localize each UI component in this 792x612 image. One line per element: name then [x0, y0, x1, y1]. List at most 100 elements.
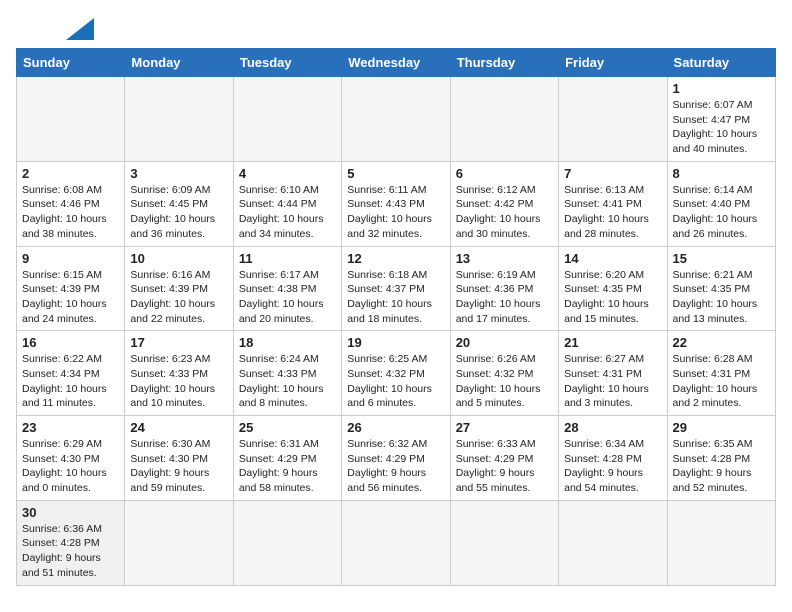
- day-number: 27: [456, 420, 553, 435]
- day-info: Sunrise: 6:32 AM Sunset: 4:29 PM Dayligh…: [347, 437, 444, 496]
- day-number: 4: [239, 166, 336, 181]
- day-number: 19: [347, 335, 444, 350]
- day-number: 22: [673, 335, 770, 350]
- calendar-cell: 20 Sunrise: 6:26 AM Sunset: 4:32 PM Dayli…: [450, 331, 558, 416]
- day-info: Sunrise: 6:18 AM Sunset: 4:37 PM Dayligh…: [347, 268, 444, 327]
- calendar-cell: [125, 500, 233, 585]
- calendar-cell: 12 Sunrise: 6:18 AM Sunset: 4:37 PM Dayli…: [342, 246, 450, 331]
- calendar-cell: [667, 500, 775, 585]
- calendar-cell: [342, 500, 450, 585]
- calendar-cell: 27 Sunrise: 6:33 AM Sunset: 4:29 PM Dayli…: [450, 416, 558, 501]
- day-info: Sunrise: 6:22 AM Sunset: 4:34 PM Dayligh…: [22, 352, 119, 411]
- day-number: 1: [673, 81, 770, 96]
- day-info: Sunrise: 6:21 AM Sunset: 4:35 PM Dayligh…: [673, 268, 770, 327]
- day-info: Sunrise: 6:33 AM Sunset: 4:29 PM Dayligh…: [456, 437, 553, 496]
- calendar-cell: 30 Sunrise: 6:36 AM Sunset: 4:28 PM Dayli…: [17, 500, 125, 585]
- day-info: Sunrise: 6:24 AM Sunset: 4:33 PM Dayligh…: [239, 352, 336, 411]
- day-number: 21: [564, 335, 661, 350]
- calendar-cell: 10 Sunrise: 6:16 AM Sunset: 4:39 PM Dayli…: [125, 246, 233, 331]
- weekday-header-monday: Monday: [125, 49, 233, 77]
- calendar-cell: 6 Sunrise: 6:12 AM Sunset: 4:42 PM Daylig…: [450, 161, 558, 246]
- calendar-cell: [125, 77, 233, 162]
- calendar-cell: [450, 77, 558, 162]
- calendar-cell: [342, 77, 450, 162]
- day-info: Sunrise: 6:07 AM Sunset: 4:47 PM Dayligh…: [673, 98, 770, 157]
- day-info: Sunrise: 6:19 AM Sunset: 4:36 PM Dayligh…: [456, 268, 553, 327]
- day-number: 10: [130, 251, 227, 266]
- day-info: Sunrise: 6:30 AM Sunset: 4:30 PM Dayligh…: [130, 437, 227, 496]
- calendar-cell: 13 Sunrise: 6:19 AM Sunset: 4:36 PM Dayli…: [450, 246, 558, 331]
- day-number: 23: [22, 420, 119, 435]
- day-info: Sunrise: 6:28 AM Sunset: 4:31 PM Dayligh…: [673, 352, 770, 411]
- day-number: 8: [673, 166, 770, 181]
- day-number: 13: [456, 251, 553, 266]
- calendar-cell: [559, 77, 667, 162]
- day-info: Sunrise: 6:08 AM Sunset: 4:46 PM Dayligh…: [22, 183, 119, 242]
- day-info: Sunrise: 6:29 AM Sunset: 4:30 PM Dayligh…: [22, 437, 119, 496]
- day-number: 30: [22, 505, 119, 520]
- calendar-week-row: 9Sunrise: 6:15 AM Sunset: 4:39 PM Daylig…: [17, 246, 776, 331]
- calendar-cell: 5 Sunrise: 6:11 AM Sunset: 4:43 PM Daylig…: [342, 161, 450, 246]
- day-number: 7: [564, 166, 661, 181]
- day-number: 28: [564, 420, 661, 435]
- calendar-week-row: 1 Sunrise: 6:07 AM Sunset: 4:47 PM Daylig…: [17, 77, 776, 162]
- day-info: Sunrise: 6:13 AM Sunset: 4:41 PM Dayligh…: [564, 183, 661, 242]
- calendar-cell: 8 Sunrise: 6:14 AM Sunset: 4:40 PM Daylig…: [667, 161, 775, 246]
- calendar-cell: 2 Sunrise: 6:08 AM Sunset: 4:46 PM Daylig…: [17, 161, 125, 246]
- calendar-week-row: 16 Sunrise: 6:22 AM Sunset: 4:34 PM Dayli…: [17, 331, 776, 416]
- calendar-week-row: 2 Sunrise: 6:08 AM Sunset: 4:46 PM Daylig…: [17, 161, 776, 246]
- day-number: 11: [239, 251, 336, 266]
- day-number: 15: [673, 251, 770, 266]
- day-info: Sunrise: 6:25 AM Sunset: 4:32 PM Dayligh…: [347, 352, 444, 411]
- day-info: Sunrise: 6:16 AM Sunset: 4:39 PM Dayligh…: [130, 268, 227, 327]
- calendar-cell: 9Sunrise: 6:15 AM Sunset: 4:39 PM Daylig…: [17, 246, 125, 331]
- calendar-cell: 24Sunrise: 6:30 AM Sunset: 4:30 PM Dayli…: [125, 416, 233, 501]
- calendar-cell: 23 Sunrise: 6:29 AM Sunset: 4:30 PM Dayli…: [17, 416, 125, 501]
- day-info: Sunrise: 6:26 AM Sunset: 4:32 PM Dayligh…: [456, 352, 553, 411]
- day-number: 17: [130, 335, 227, 350]
- calendar-cell: [559, 500, 667, 585]
- day-number: 26: [347, 420, 444, 435]
- day-number: 2: [22, 166, 119, 181]
- day-number: 14: [564, 251, 661, 266]
- day-number: 5: [347, 166, 444, 181]
- calendar-cell: 11 Sunrise: 6:17 AM Sunset: 4:38 PM Dayli…: [233, 246, 341, 331]
- logo: [16, 16, 94, 40]
- day-info: Sunrise: 6:14 AM Sunset: 4:40 PM Dayligh…: [673, 183, 770, 242]
- day-info: Sunrise: 6:11 AM Sunset: 4:43 PM Dayligh…: [347, 183, 444, 242]
- day-info: Sunrise: 6:17 AM Sunset: 4:38 PM Dayligh…: [239, 268, 336, 327]
- calendar-cell: 1 Sunrise: 6:07 AM Sunset: 4:47 PM Daylig…: [667, 77, 775, 162]
- day-number: 3: [130, 166, 227, 181]
- calendar-cell: 14 Sunrise: 6:20 AM Sunset: 4:35 PM Dayli…: [559, 246, 667, 331]
- day-number: 12: [347, 251, 444, 266]
- calendar-week-row: 30 Sunrise: 6:36 AM Sunset: 4:28 PM Dayli…: [17, 500, 776, 585]
- calendar-cell: 15 Sunrise: 6:21 AM Sunset: 4:35 PM Dayli…: [667, 246, 775, 331]
- day-info: Sunrise: 6:36 AM Sunset: 4:28 PM Dayligh…: [22, 522, 119, 581]
- day-number: 6: [456, 166, 553, 181]
- calendar-cell: 4 Sunrise: 6:10 AM Sunset: 4:44 PM Daylig…: [233, 161, 341, 246]
- calendar-cell: 28Sunrise: 6:34 AM Sunset: 4:28 PM Dayli…: [559, 416, 667, 501]
- day-info: Sunrise: 6:09 AM Sunset: 4:45 PM Dayligh…: [130, 183, 227, 242]
- calendar-table: SundayMondayTuesdayWednesdayThursdayFrid…: [16, 48, 776, 586]
- day-info: Sunrise: 6:20 AM Sunset: 4:35 PM Dayligh…: [564, 268, 661, 327]
- weekday-header-row: SundayMondayTuesdayWednesdayThursdayFrid…: [17, 49, 776, 77]
- day-info: Sunrise: 6:12 AM Sunset: 4:42 PM Dayligh…: [456, 183, 553, 242]
- weekday-header-friday: Friday: [559, 49, 667, 77]
- calendar-cell: 29Sunrise: 6:35 AM Sunset: 4:28 PM Dayli…: [667, 416, 775, 501]
- weekday-header-tuesday: Tuesday: [233, 49, 341, 77]
- calendar-cell: [17, 77, 125, 162]
- day-number: 16: [22, 335, 119, 350]
- day-info: Sunrise: 6:31 AM Sunset: 4:29 PM Dayligh…: [239, 437, 336, 496]
- logo-triangle: [66, 18, 94, 40]
- calendar-cell: [233, 77, 341, 162]
- page-header: [16, 16, 776, 40]
- calendar-cell: 26 Sunrise: 6:32 AM Sunset: 4:29 PM Dayli…: [342, 416, 450, 501]
- weekday-header-sunday: Sunday: [17, 49, 125, 77]
- calendar-cell: 18 Sunrise: 6:24 AM Sunset: 4:33 PM Dayli…: [233, 331, 341, 416]
- day-number: 20: [456, 335, 553, 350]
- day-number: 18: [239, 335, 336, 350]
- calendar-cell: 25Sunrise: 6:31 AM Sunset: 4:29 PM Dayli…: [233, 416, 341, 501]
- day-info: Sunrise: 6:27 AM Sunset: 4:31 PM Dayligh…: [564, 352, 661, 411]
- day-number: 29: [673, 420, 770, 435]
- day-info: Sunrise: 6:10 AM Sunset: 4:44 PM Dayligh…: [239, 183, 336, 242]
